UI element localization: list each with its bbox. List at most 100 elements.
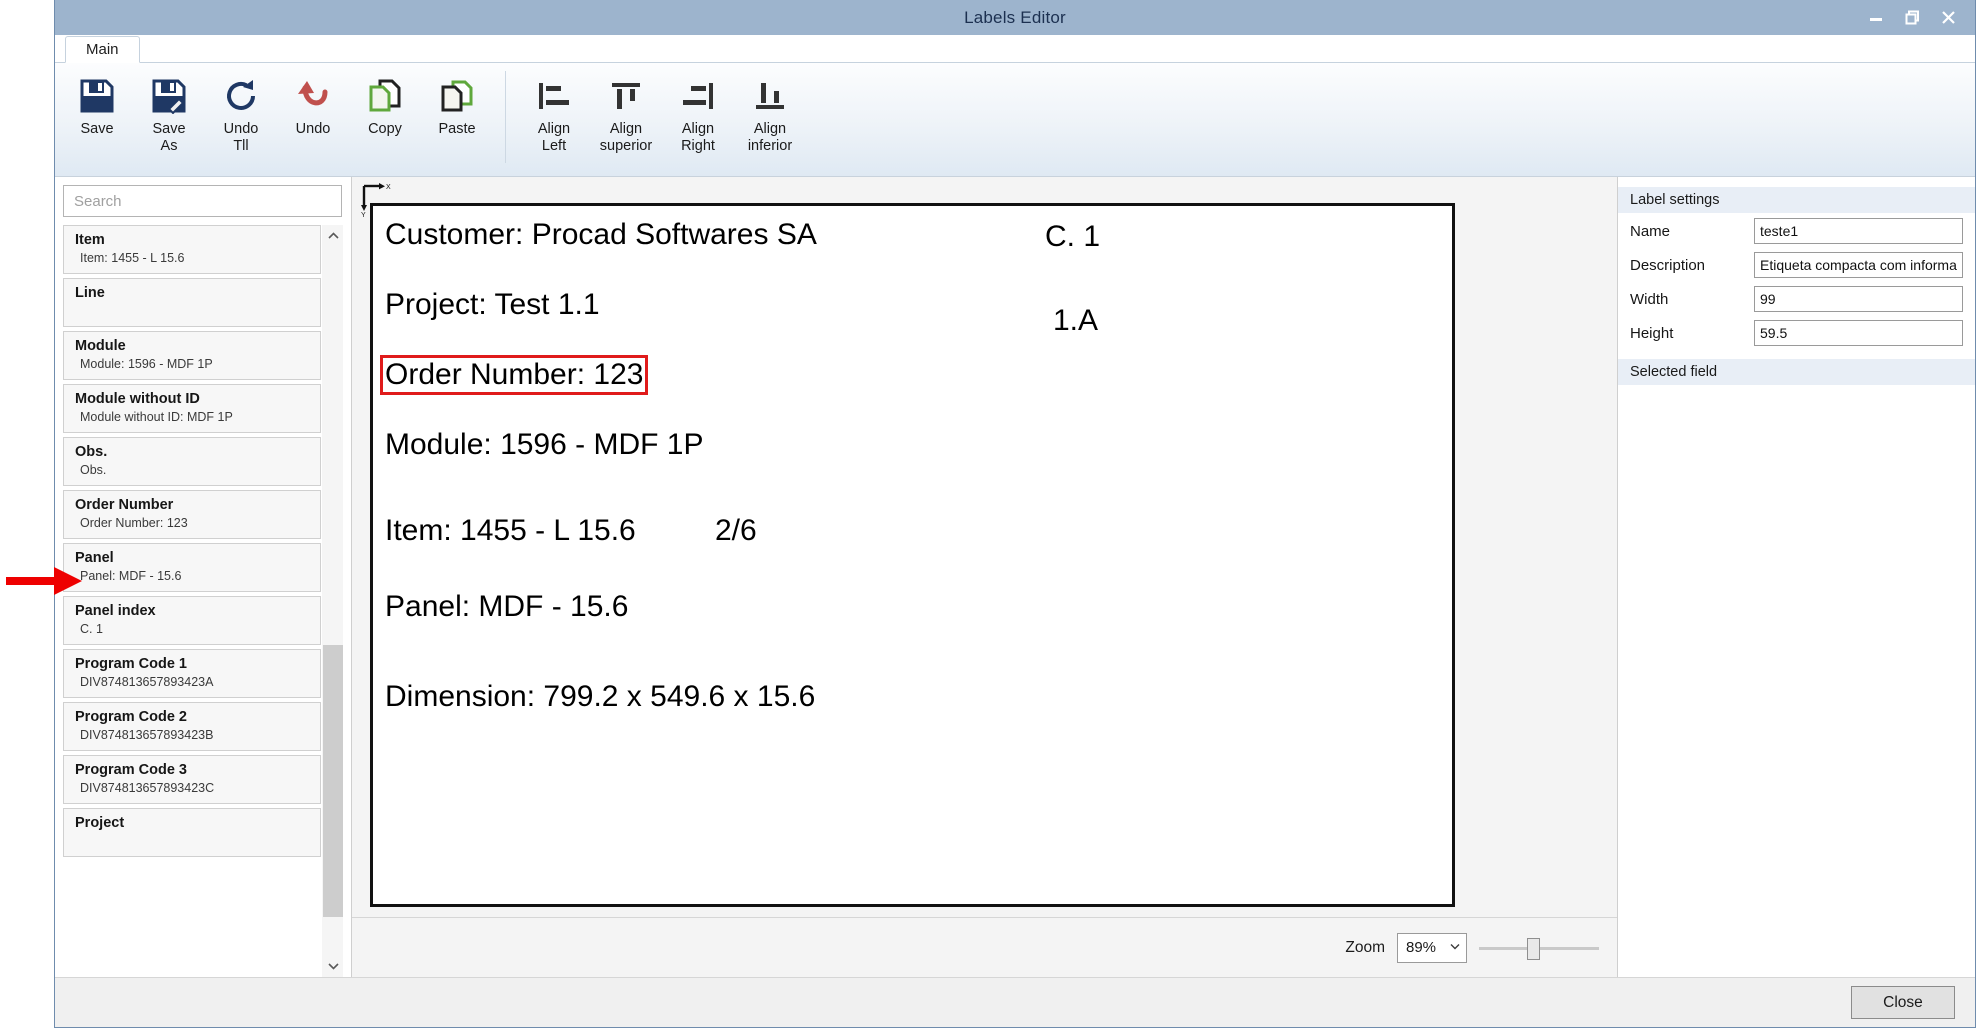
field-item-subtitle: Module without ID: MDF 1P — [80, 409, 233, 424]
paste-pages-icon — [439, 75, 475, 117]
field-list-item[interactable]: Program Code 2 DIV874813657893423B — [63, 702, 321, 752]
field-list-item[interactable]: Obs. Obs. — [63, 437, 321, 487]
canvas-field[interactable]: Dimension: 799.2 x 549.6 x 15.6 — [385, 682, 815, 712]
field-item-subtitle: Item: 1455 - L 15.6 — [80, 250, 185, 265]
field-item-title: Panel index — [75, 603, 156, 620]
align-right-button[interactable]: Align Right — [662, 69, 734, 155]
canvas-field[interactable]: Panel: MDF - 15.6 — [385, 592, 628, 622]
fields-sidebar: ItemItem: 1455 - L 15.6 Line ModuleModule:… — [55, 177, 352, 977]
field-list-item[interactable]: Order Number Order Number: 123 — [63, 490, 321, 540]
title-bar: Labels Editor — [55, 0, 1975, 35]
canvas-field[interactable]: Module: 1596 - MDF 1P — [385, 430, 703, 460]
fields-list-area: Item Item: 1455 - L 15.6 Line Module Module:… — [63, 225, 344, 977]
save-as-button[interactable]: Save As — [133, 69, 205, 155]
scroll-up-icon[interactable] — [322, 225, 344, 247]
svg-text:Y: Y — [361, 212, 366, 217]
property-row: Width — [1618, 283, 1975, 315]
property-input[interactable] — [1754, 320, 1963, 346]
property-row: Description — [1618, 249, 1975, 281]
tab-main[interactable]: Main — [65, 36, 140, 63]
field-item-subtitle: Obs. — [80, 462, 107, 477]
search-input[interactable] — [63, 185, 342, 218]
copy-pages-icon — [367, 75, 403, 117]
align-left-button[interactable]: Align Left — [518, 69, 590, 155]
align-inferior-button[interactable]: Align inferior — [734, 69, 806, 155]
field-item-title: Program Code 1 — [75, 656, 187, 673]
align-left-icon — [536, 75, 572, 117]
save-as-button-label: Save As — [152, 121, 186, 154]
field-item-subtitle: DIV874813657893423C — [80, 780, 215, 795]
canvas-field[interactable]: Project: Test 1.1 — [385, 290, 600, 320]
canvas-field[interactable]: 2/6 — [715, 516, 757, 546]
field-item-title: Project — [75, 815, 125, 832]
property-input[interactable] — [1754, 286, 1963, 312]
field-item-subtitle: DIV874813657893423B — [80, 727, 214, 742]
copy-button[interactable]: Copy — [349, 69, 421, 155]
property-label: Height — [1630, 324, 1674, 342]
field-item-title: Module without ID — [75, 391, 200, 408]
align-superior-button[interactable]: Align superior — [590, 69, 662, 155]
canvas-host: X Y Customer: Procad Softwares SA C. 1 Pro… — [352, 177, 1617, 917]
align-right-button-label: Align Right — [681, 121, 715, 154]
field-item-title: Line — [75, 285, 105, 302]
field-list-item[interactable]: Module Module: 1596 - MDF 1P — [63, 331, 321, 381]
field-list-item[interactable]: Panel index C. 1 — [63, 596, 321, 646]
circular-arrow-icon — [223, 75, 259, 117]
field-item-title: Program Code 2 — [75, 709, 187, 726]
fields-list-scrollbar[interactable] — [321, 225, 343, 977]
canvas-field[interactable]: Item: 1455 - L 15.6 — [385, 516, 636, 546]
field-item-title: Program Code 3 — [75, 762, 187, 779]
close-button[interactable]: Close — [1851, 986, 1955, 1019]
zoom-label: Zoom — [1345, 938, 1385, 956]
align-right-icon — [680, 75, 716, 117]
chevron-down-icon — [1450, 942, 1460, 953]
field-item-subtitle: C. 1 — [80, 621, 103, 636]
close-icon[interactable] — [1937, 7, 1959, 29]
field-item-subtitle: Module: 1596 - MDF 1P — [80, 356, 213, 371]
paste-button-label: Paste — [438, 121, 476, 137]
fields-list: Item Item: 1455 - L 15.6 Line Module Module:… — [63, 225, 321, 977]
field-item-subtitle: Order Number: 123 — [80, 515, 188, 530]
field-list-item[interactable]: Program Code 1 DIV874813657893423A — [63, 649, 321, 699]
field-item-title: Module — [75, 338, 126, 355]
ribbon: Main Save Save As Undo Tll Undo Copy Pas… — [55, 35, 1975, 177]
align-inferior-button-label: Align inferior — [747, 121, 793, 154]
field-list-item[interactable]: Panel Panel: MDF - 15.6 — [63, 543, 321, 593]
selected-field-header: Selected field — [1618, 359, 1975, 385]
canvas-field[interactable]: Customer: Procad Softwares SA — [385, 220, 817, 250]
ribbon-separator — [505, 71, 506, 163]
editor-body: ItemItem: 1455 - L 15.6LineModuleModule:… — [55, 177, 1975, 977]
canvas-field[interactable]: C. 1 — [1045, 222, 1100, 252]
window-controls — [1865, 0, 1969, 35]
align-bottom-icon — [752, 75, 788, 117]
paste-button[interactable]: Paste — [421, 69, 493, 155]
dialog-footer: Close — [55, 977, 1975, 1027]
property-row: Name — [1618, 215, 1975, 247]
svg-text:X: X — [386, 184, 391, 191]
restore-icon[interactable] — [1901, 7, 1923, 29]
minimize-icon[interactable] — [1865, 7, 1887, 29]
field-item-title: Obs. — [75, 444, 108, 461]
property-input[interactable] — [1754, 252, 1963, 278]
property-input[interactable] — [1754, 218, 1963, 244]
scrollbar-thumb[interactable] — [323, 645, 343, 918]
zoom-slider[interactable] — [1479, 933, 1599, 963]
field-list-item[interactable]: Line — [63, 278, 321, 328]
field-list-item[interactable]: Module without ID Module without ID: MDF … — [63, 384, 321, 434]
zoom-slider-thumb[interactable] — [1527, 937, 1540, 960]
label-design-canvas[interactable]: Customer: Procad Softwares SA C. 1 Project… — [370, 203, 1455, 907]
field-list-item[interactable]: Program Code 3 DIV874813657893423C — [63, 755, 321, 805]
zoom-select[interactable]: 89% — [1397, 932, 1467, 963]
canvas-field-selected[interactable]: Order Number: 123 — [379, 355, 649, 395]
canvas-field[interactable]: 1.A — [1053, 306, 1098, 336]
label-settings-header: Label settings — [1618, 187, 1975, 213]
ribbon-group-file: Save Save As Undo Tll Undo Copy Paste — [61, 69, 493, 155]
scroll-down-icon[interactable] — [322, 955, 344, 977]
undo-all-button[interactable]: Undo Tll — [205, 69, 277, 155]
window-title: Labels Editor — [964, 7, 1066, 27]
undo-button[interactable]: Undo — [277, 69, 349, 155]
align-superior-button-label: Align superior — [599, 121, 653, 154]
field-list-item[interactable]: Item Item: 1455 - L 15.6 — [63, 225, 321, 275]
save-button[interactable]: Save — [61, 69, 133, 155]
field-list-item[interactable]: Project — [63, 808, 321, 858]
